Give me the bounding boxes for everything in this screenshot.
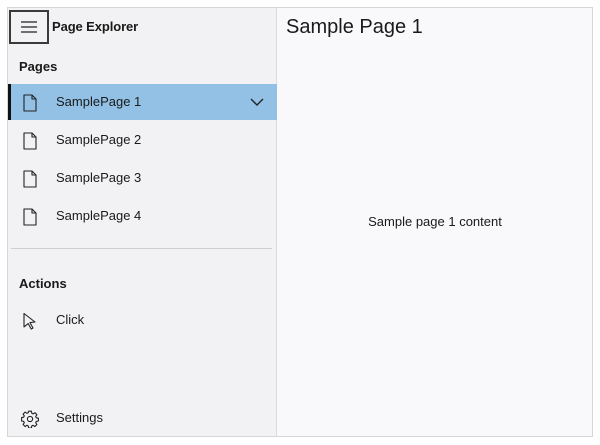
nav-item-label: SamplePage 2 <box>56 132 142 147</box>
nav-item-label: SamplePage 3 <box>56 170 142 185</box>
page-icon <box>20 169 40 189</box>
page-content-text: Sample page 1 content <box>368 214 502 229</box>
nav-divider <box>11 248 272 249</box>
nav-item-samplepage-3[interactable]: SamplePage 3 <box>8 160 277 196</box>
selection-indicator <box>8 84 11 120</box>
navigation-pane: Page Explorer Pages SamplePage 1 SampleP… <box>8 8 277 436</box>
nav-item-label: Click <box>56 312 85 327</box>
page-title: Sample Page 1 <box>286 16 423 38</box>
nav-item-samplepage-2[interactable]: SamplePage 2 <box>8 122 277 158</box>
nav-item-label: Settings <box>56 410 103 425</box>
content-pane: Sample Page 1 Sample page 1 content <box>278 8 592 436</box>
nav-item-samplepage-1[interactable]: SamplePage 1 <box>8 84 277 120</box>
app-window: Page Explorer Pages SamplePage 1 SampleP… <box>7 7 593 437</box>
app-title: Page Explorer <box>52 19 139 34</box>
nav-item-samplepage-4[interactable]: SamplePage 4 <box>8 198 277 234</box>
hamburger-menu-button[interactable] <box>9 10 49 44</box>
nav-item-settings[interactable]: Settings <box>8 400 277 436</box>
pages-section-header: Pages <box>19 59 58 74</box>
nav-item-click[interactable]: Click <box>8 302 277 338</box>
page-icon <box>20 131 40 151</box>
cursor-icon <box>20 311 40 331</box>
gear-icon <box>20 409 40 429</box>
hamburger-icon <box>21 21 37 33</box>
actions-section-header: Actions <box>19 276 67 291</box>
nav-item-label: SamplePage 1 <box>56 94 142 109</box>
chevron-down-icon[interactable] <box>249 95 265 109</box>
nav-item-label: SamplePage 4 <box>56 208 142 223</box>
page-icon <box>20 93 40 113</box>
page-icon <box>20 207 40 227</box>
